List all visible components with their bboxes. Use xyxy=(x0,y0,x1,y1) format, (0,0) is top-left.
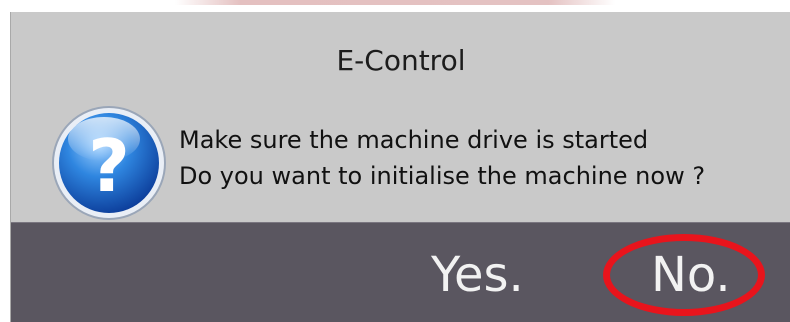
message-line-2: Do you want to initialise the machine no… xyxy=(179,162,706,190)
background-window-strip xyxy=(0,0,790,12)
dialog-title: E-Control xyxy=(336,44,466,77)
svg-text:?: ? xyxy=(88,124,130,208)
message-dialog: E-Control ? Make sure the machine drive … xyxy=(10,12,790,322)
dialog-message: Make sure the machine drive is started D… xyxy=(179,122,705,194)
screenshot-canvas: E-Control ? Make sure the machine drive … xyxy=(0,0,790,322)
question-icon: ? xyxy=(49,103,169,223)
message-line-1: Make sure the machine drive is started xyxy=(179,126,649,154)
no-button[interactable]: No. xyxy=(651,247,731,303)
background-accent-line xyxy=(175,0,615,5)
yes-button[interactable]: Yes. xyxy=(431,247,524,303)
dialog-button-bar: Yes. No. xyxy=(11,222,790,322)
